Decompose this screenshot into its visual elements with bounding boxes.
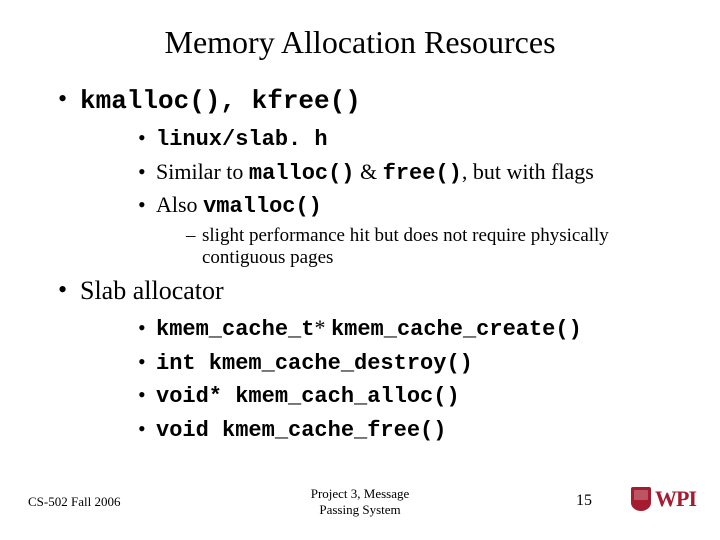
sub-slabh: linux/slab. h bbox=[138, 124, 672, 154]
footer-logo: WPI bbox=[631, 486, 696, 512]
bullet-slab-allocator: Slab allocator kmem_cache_t* kmem_cache_… bbox=[58, 276, 672, 444]
sub-similar: Similar to malloc() & free(), but with f… bbox=[138, 158, 672, 188]
sub-kmem-create: kmem_cache_t* kmem_cache_create() bbox=[138, 314, 672, 344]
footer-page-number: 15 bbox=[576, 492, 592, 510]
similar-post: , but with flags bbox=[462, 159, 594, 184]
free-code: free() bbox=[383, 161, 462, 186]
vmalloc-code: vmalloc() bbox=[203, 194, 322, 219]
slide-title: Memory Allocation Resources bbox=[48, 24, 672, 61]
footer-project: Project 3, Message Passing System bbox=[0, 486, 720, 517]
sub-kmem-alloc: void* kmem_cach_alloc() bbox=[138, 381, 672, 411]
sub-also-vmalloc: Also vmalloc() slight performance hit bu… bbox=[138, 191, 672, 270]
sub-kmem-free: void kmem_cache_free() bbox=[138, 415, 672, 445]
kmem-star: * bbox=[314, 315, 331, 340]
wpi-logo-text: WPI bbox=[655, 486, 696, 512]
similar-mid: & bbox=[355, 159, 383, 184]
sub-kmem-destroy: int kmem_cache_destroy() bbox=[138, 348, 672, 378]
kmem-destroy-code: int kmem_cache_destroy() bbox=[156, 351, 473, 376]
kmem-create-code: kmem_cache_create() bbox=[331, 317, 582, 342]
kmalloc-sublist: linux/slab. h Similar to malloc() & free… bbox=[80, 124, 672, 270]
footer-center-line1: Project 3, Message bbox=[311, 486, 410, 501]
slab-label: Slab allocator bbox=[80, 276, 224, 305]
malloc-code: malloc() bbox=[249, 161, 355, 186]
also-pre: Also bbox=[156, 192, 203, 217]
bullet-list-level1: kmalloc(), kfree() linux/slab. h Similar… bbox=[48, 85, 672, 444]
footer-center-line2: Passing System bbox=[319, 502, 400, 517]
vmalloc-sublist: slight performance hit but does not requ… bbox=[156, 225, 672, 271]
slide: Memory Allocation Resources kmalloc(), k… bbox=[0, 0, 720, 540]
slide-footer: CS-502 Fall 2006 Project 3, Message Pass… bbox=[0, 486, 720, 526]
wpi-shield-icon bbox=[631, 487, 651, 511]
similar-pre: Similar to bbox=[156, 159, 249, 184]
slab-sublist: kmem_cache_t* kmem_cache_create() int km… bbox=[80, 314, 672, 444]
kmem-free-code: void kmem_cache_free() bbox=[156, 418, 446, 443]
vmalloc-note: slight performance hit but does not requ… bbox=[186, 225, 672, 271]
slabh-code: linux/slab. h bbox=[156, 127, 328, 152]
bullet-kmalloc: kmalloc(), kfree() linux/slab. h Similar… bbox=[58, 85, 672, 270]
kmem-cache-t-code: kmem_cache_t bbox=[156, 317, 314, 342]
kmem-alloc-code: void* kmem_cach_alloc() bbox=[156, 384, 460, 409]
kmalloc-code: kmalloc(), kfree() bbox=[80, 86, 361, 116]
